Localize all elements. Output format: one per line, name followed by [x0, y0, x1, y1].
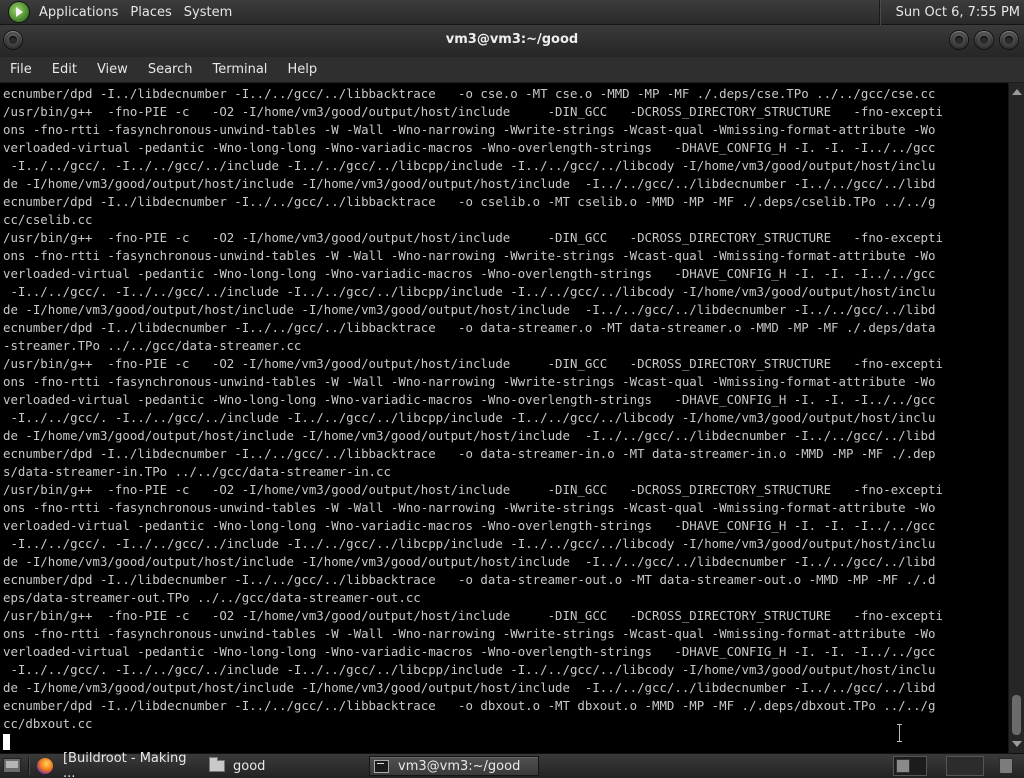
vertical-scrollbar[interactable] [1008, 83, 1024, 753]
workspace-switcher[interactable] [893, 756, 927, 776]
terminal-line: de -I/home/vm3/good/output/host/include … [3, 428, 936, 443]
scrollbar-thumb[interactable] [1012, 695, 1021, 735]
terminal-line: ecnumber/dpd -I../libdecnumber -I../../g… [3, 572, 936, 587]
terminal-line: ecnumber/dpd -I../libdecnumber -I../../g… [3, 86, 936, 101]
terminal-line: eps/data-streamer-out.TPo ../../gcc/data… [3, 590, 421, 605]
terminal-line: ecnumber/dpd -I../libdecnumber -I../../g… [3, 698, 936, 713]
terminal-line: s/data-streamer-in.TPo ../../gcc/data-st… [3, 464, 391, 479]
terminal-line: ecnumber/dpd -I../libdecnumber -I../../g… [3, 446, 936, 461]
applications-menu[interactable]: Applications [33, 5, 124, 20]
terminal-line: /usr/bin/g++ -fno-PIE -c -O2 -I/home/vm3… [3, 356, 943, 371]
menubar: File Edit View Search Terminal Help [0, 57, 1024, 83]
terminal-line: ons -fno-rtti -fasynchronous-unwind-tabl… [3, 374, 936, 389]
terminal-area[interactable]: ecnumber/dpd -I../libdecnumber -I../../g… [0, 83, 1008, 753]
top-panel: Applications Places System Sun Oct 6, 7:… [0, 0, 1024, 25]
maximize-button[interactable] [975, 31, 993, 49]
window-title: vm3@vm3:~/good [445, 32, 579, 47]
terminal-line: de -I/home/vm3/good/output/host/include … [3, 176, 936, 191]
distro-logo-icon[interactable] [9, 2, 29, 22]
text-cursor [3, 734, 10, 750]
terminal-line: -I../../gcc/. -I../../gcc/../include -I.… [3, 284, 936, 299]
terminal-line: de -I/home/vm3/good/output/host/include … [3, 302, 936, 317]
places-menu[interactable]: Places [124, 5, 177, 20]
terminal-line: /usr/bin/g++ -fno-PIE -c -O2 -I/home/vm3… [3, 230, 943, 245]
taskbar-item-label: vm3@vm3:~/good [398, 758, 521, 774]
workspace-2[interactable] [946, 756, 984, 776]
terminal-icon [374, 759, 389, 773]
workspace-1[interactable] [896, 759, 910, 773]
terminal-line: verloaded-virtual -pedantic -Wno-long-lo… [3, 266, 936, 281]
terminal-line: -I../../gcc/. -I../../gcc/../include -I.… [3, 410, 936, 425]
terminal-line: ecnumber/dpd -I../libdecnumber -I../../g… [3, 320, 936, 335]
scroll-down-arrow-icon[interactable] [1012, 741, 1022, 747]
mouse-ibeam-cursor-icon [897, 723, 903, 743]
terminal-line: verloaded-virtual -pedantic -Wno-long-lo… [3, 518, 936, 533]
terminal-line: -I../../gcc/. -I../../gcc/../include -I.… [3, 158, 936, 173]
clock[interactable]: Sun Oct 6, 7:55 PM [896, 5, 1020, 20]
terminal-line: de -I/home/vm3/good/output/host/include … [3, 680, 936, 695]
terminal-line: ons -fno-rtti -fasynchronous-unwind-tabl… [3, 122, 936, 137]
taskbar: [Buildroot - Making ... good vm3@vm3:~/g… [0, 751, 1024, 778]
close-button[interactable] [1000, 31, 1018, 49]
terminal-line: -I../../gcc/. -I../../gcc/../include -I.… [3, 662, 936, 677]
window-titlebar[interactable]: vm3@vm3:~/good [0, 25, 1024, 57]
taskbar-item-label: [Buildroot - Making ... [62, 751, 187, 778]
panel-separator [878, 0, 890, 25]
menu-view[interactable]: View [87, 62, 138, 77]
terminal-line: cc/dbxout.cc [3, 716, 93, 731]
terminal-line: ons -fno-rtti -fasynchronous-unwind-tabl… [3, 500, 936, 515]
minimize-button[interactable] [950, 31, 968, 49]
scroll-up-arrow-icon[interactable] [1012, 89, 1022, 95]
firefox-icon [37, 758, 53, 774]
trash-icon[interactable] [999, 758, 1013, 774]
taskbar-item-terminal[interactable]: vm3@vm3:~/good [369, 756, 539, 776]
menu-file[interactable]: File [0, 62, 42, 77]
show-desktop-icon[interactable] [3, 758, 21, 773]
desktop: Applications Places System Sun Oct 6, 7:… [0, 0, 1024, 778]
terminal-output[interactable]: ecnumber/dpd -I../libdecnumber -I../../g… [3, 85, 943, 733]
panel-right-area: Sun Oct 6, 7:55 PM [878, 0, 1024, 25]
menu-search[interactable]: Search [138, 62, 203, 77]
terminal-line: verloaded-virtual -pedantic -Wno-long-lo… [3, 644, 936, 659]
terminal-line: /usr/bin/g++ -fno-PIE -c -O2 -I/home/vm3… [3, 482, 943, 497]
system-menu[interactable]: System [178, 5, 238, 20]
terminal-line: de -I/home/vm3/good/output/host/include … [3, 554, 936, 569]
taskbar-separator [28, 757, 29, 775]
terminal-line: ons -fno-rtti -fasynchronous-unwind-tabl… [3, 626, 936, 641]
terminal-line: /usr/bin/g++ -fno-PIE -c -O2 -I/home/vm3… [3, 608, 943, 623]
terminal-line: -streamer.TPo ../../gcc/data-streamer.cc [3, 338, 302, 353]
folder-icon [209, 757, 225, 772]
terminal-line: /usr/bin/g++ -fno-PIE -c -O2 -I/home/vm3… [3, 104, 943, 119]
terminal-line: verloaded-virtual -pedantic -Wno-long-lo… [3, 392, 936, 407]
taskbar-item-label: good [233, 758, 266, 774]
taskbar-item-file-manager[interactable]: good [205, 756, 365, 776]
taskbar-item-firefox[interactable]: [Buildroot - Making ... [33, 751, 203, 778]
terminal-line: ons -fno-rtti -fasynchronous-unwind-tabl… [3, 248, 936, 263]
menu-terminal[interactable]: Terminal [202, 62, 277, 77]
terminal-line: verloaded-virtual -pedantic -Wno-long-lo… [3, 140, 936, 155]
menu-edit[interactable]: Edit [42, 62, 87, 77]
menu-help[interactable]: Help [277, 62, 327, 77]
terminal-line: cc/cselib.cc [3, 212, 93, 227]
terminal-line: ecnumber/dpd -I../libdecnumber -I../../g… [3, 194, 936, 209]
terminal-line: -I../../gcc/. -I../../gcc/../include -I.… [3, 536, 936, 551]
